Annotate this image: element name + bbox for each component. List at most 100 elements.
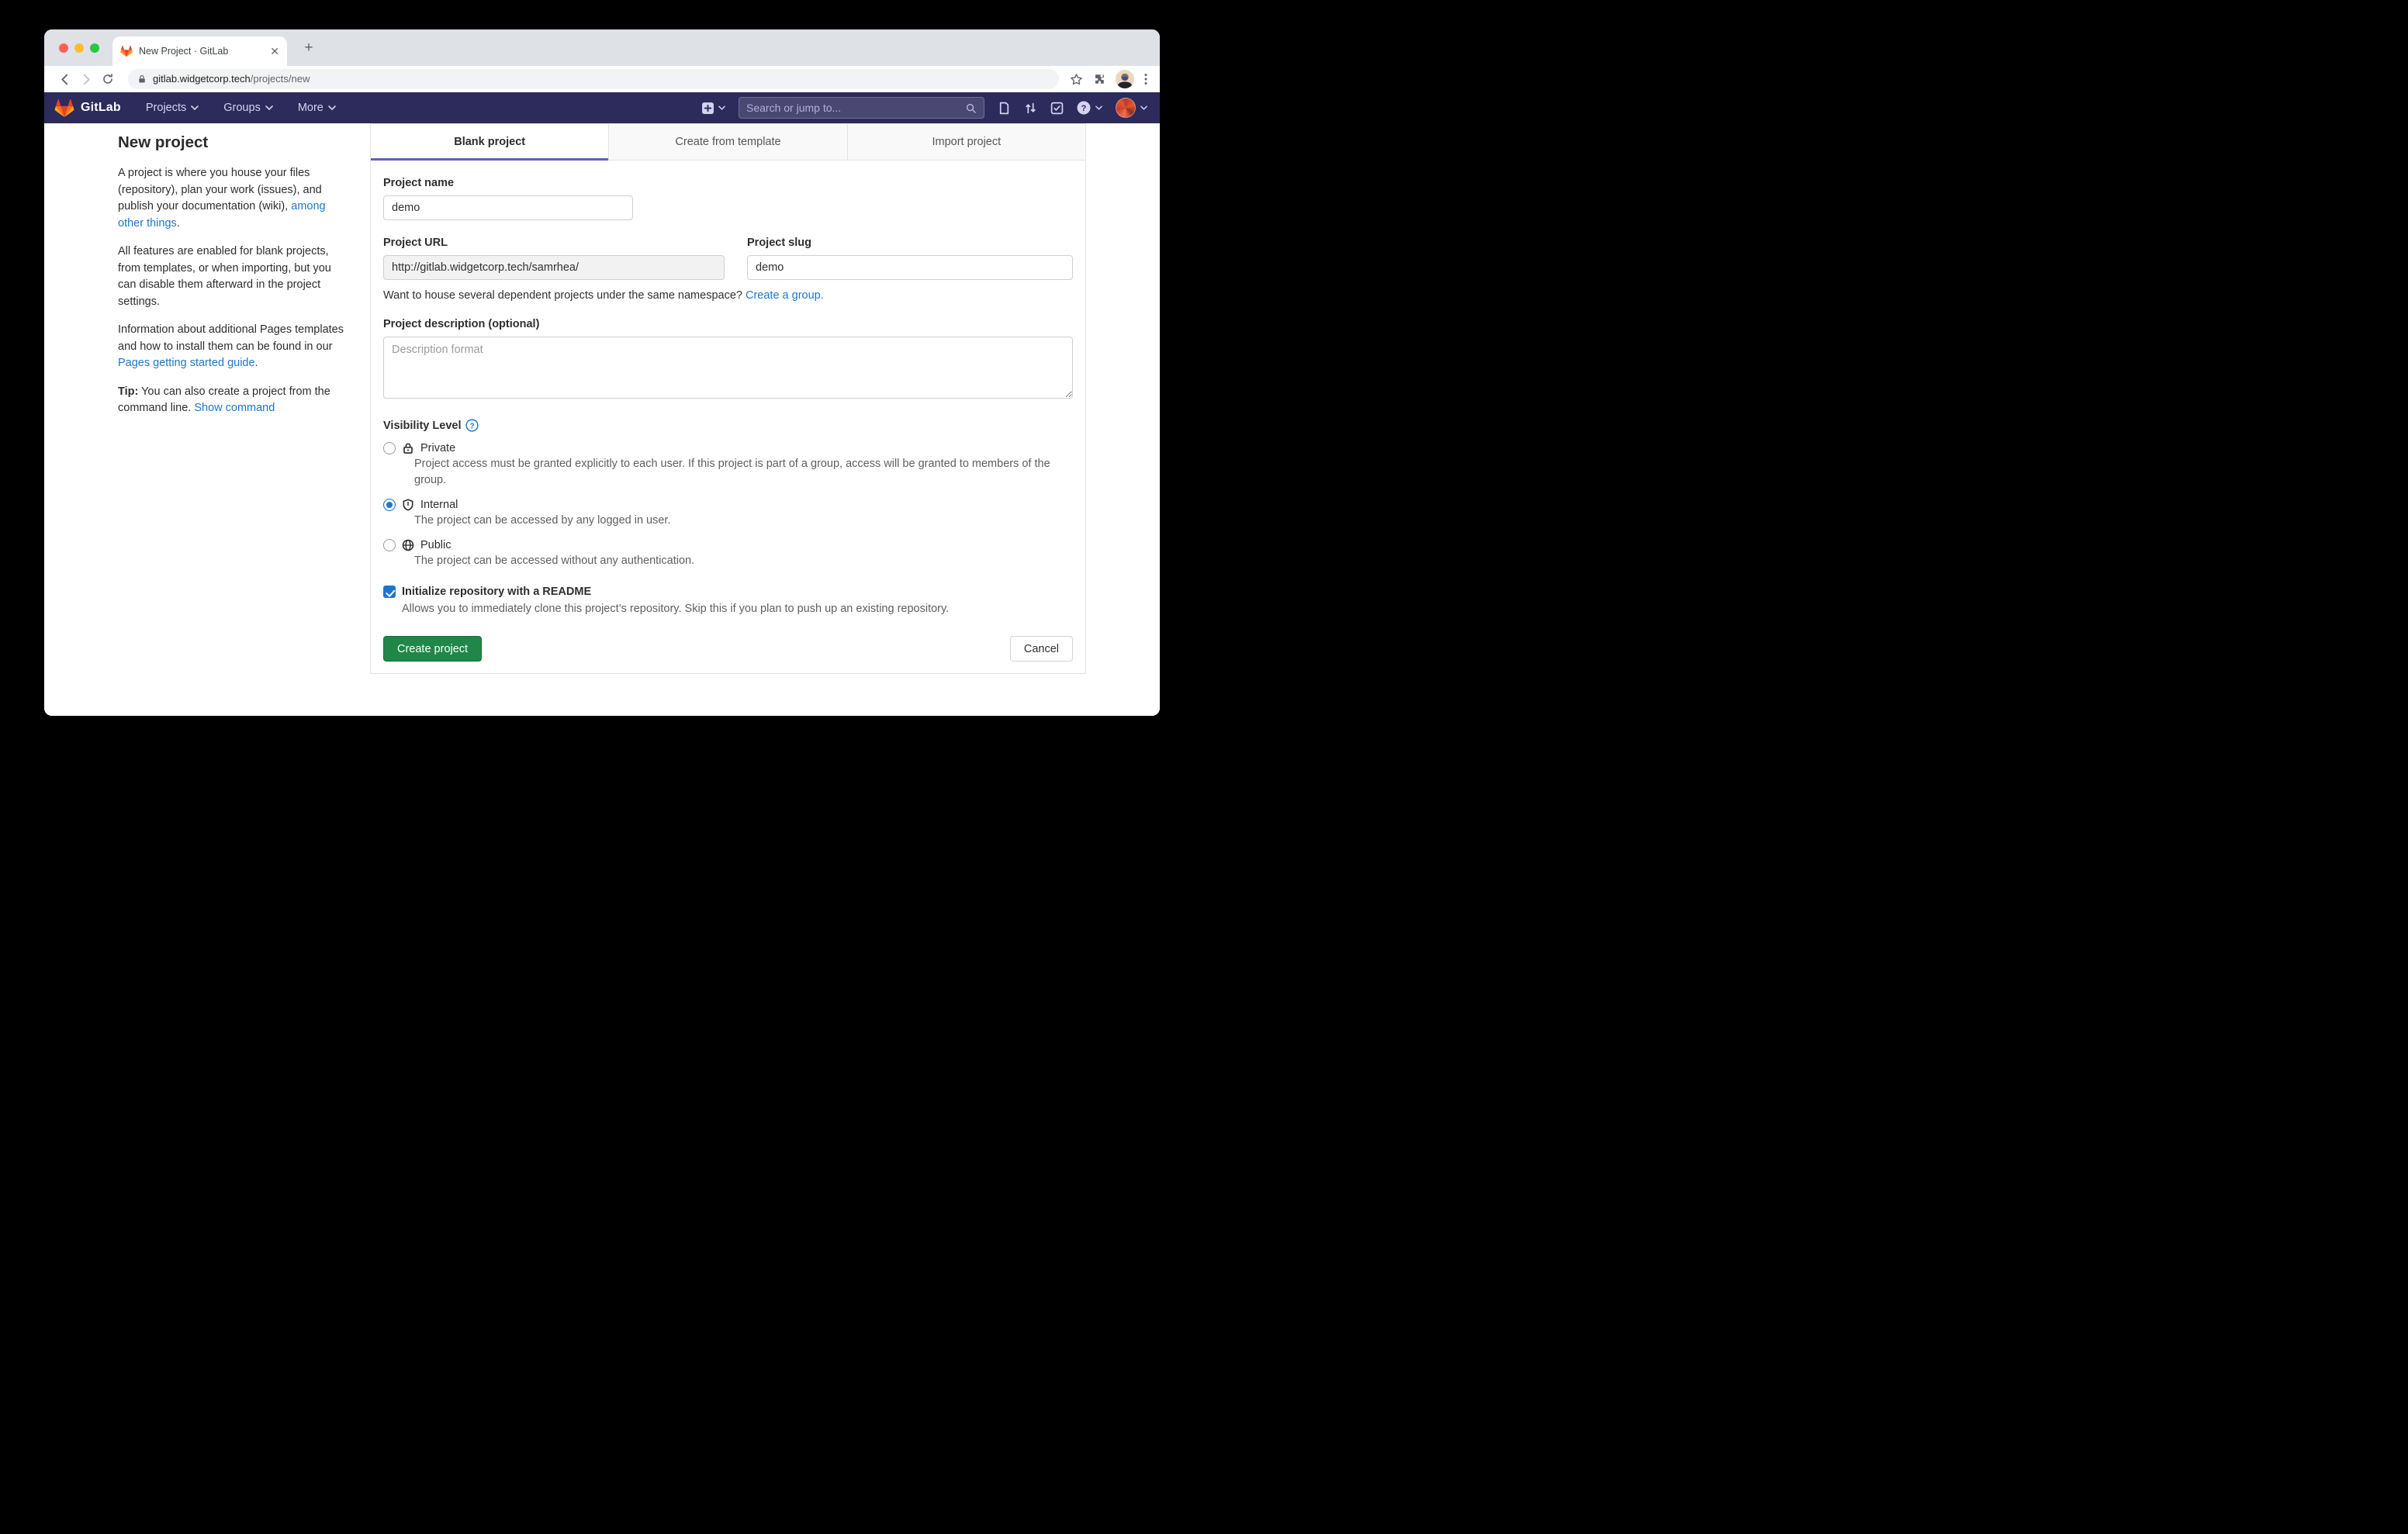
svg-text:?: ? [470,422,475,430]
visibility-option-public: Public The project can be accessed witho… [383,539,1073,569]
todos-icon[interactable] [1050,102,1064,115]
project-name-input[interactable] [383,195,633,220]
project-type-tabs: Blank project Create from template Impor… [371,124,1085,161]
gitlab-navbar: GitLab Projects Groups More [44,92,1160,123]
plus-square-icon [701,102,714,115]
create-group-link[interactable]: Create a group. [746,289,824,302]
namespace-hint: Want to house several dependent projects… [383,289,1073,302]
user-avatar [1116,98,1136,118]
sidebar-paragraph: Information about additional Pages templ… [118,322,348,372]
tab-title: New Project · GitLab [139,46,264,57]
help-menu[interactable]: ? [1077,101,1102,115]
chevron-down-icon [191,105,199,110]
create-project-button[interactable]: Create project [383,636,482,662]
project-description-textarea[interactable] [383,337,1073,399]
browser-toolbar: gitlab.widgetcorp.tech/projects/new [44,66,1160,92]
visibility-option-private: Private Project access must be granted e… [383,442,1073,489]
chevron-down-icon [328,105,336,110]
new-tab-button[interactable]: + [300,40,317,57]
readme-section: Initialize repository with a README Allo… [383,586,1073,617]
chevron-down-icon [1095,105,1102,110]
show-command-link[interactable]: Show command [194,402,275,414]
internal-radio[interactable] [383,499,396,511]
gitlab-favicon [120,45,133,57]
gitlab-navbar-right: ? [701,97,1147,119]
new-menu-button[interactable] [701,102,725,115]
visibility-help-icon[interactable]: ? [465,419,479,432]
page-content: New project A project is where you house… [44,123,1160,716]
sidebar-paragraph: All features are enabled for blank proje… [118,244,348,310]
private-description: Project access must be granted explicitl… [414,456,1073,489]
bookmark-star-icon[interactable] [1070,73,1083,86]
merge-requests-icon[interactable] [1024,102,1037,115]
tab-import-project[interactable]: Import project [847,124,1085,160]
cancel-button[interactable]: Cancel [1010,636,1073,662]
browser-tab-bar: New Project · GitLab ✕ + [44,29,1160,66]
menu-groups[interactable]: Groups [223,102,273,114]
page-title: New project [118,133,348,152]
reload-icon[interactable] [99,70,117,88]
gitlab-brand[interactable]: GitLab [54,98,121,118]
global-search[interactable] [739,97,984,119]
visibility-option-internal: Internal The project can be accessed by … [383,499,1073,529]
readme-checkbox[interactable] [383,586,396,598]
shield-icon [402,499,414,511]
globe-icon [402,539,414,551]
close-window-button[interactable] [59,43,68,53]
extensions-puzzle-icon[interactable] [1093,73,1105,85]
project-name-label: Project name [383,177,1073,189]
tab-create-from-template[interactable]: Create from template [608,124,846,160]
lock-icon [402,442,414,454]
menu-projects[interactable]: Projects [146,102,199,114]
readme-label: Initialize repository with a README [402,586,591,598]
project-description-label: Project description (optional) [383,318,1073,330]
chevron-down-icon [1140,105,1147,110]
user-menu[interactable] [1116,98,1147,118]
zoom-window-button[interactable] [90,43,99,53]
back-icon[interactable] [55,70,74,88]
lock-icon [137,74,147,84]
private-radio[interactable] [383,442,396,454]
internal-description: The project can be accessed by any logge… [414,513,1073,529]
search-icon [965,102,977,114]
project-url-label: Project URL [383,237,725,249]
new-project-panel: Blank project Create from template Impor… [370,123,1086,674]
private-label: Private [420,442,455,454]
menu-more[interactable]: More [298,102,336,114]
url-path: /projects/new [251,73,310,85]
browser-profile-avatar[interactable] [1116,70,1134,88]
chevron-down-icon [265,105,273,110]
browser-tab[interactable]: New Project · GitLab ✕ [112,36,287,66]
sidebar-help-text: New project A project is where you house… [118,133,348,429]
visibility-level-label: Visibility Level [383,420,461,432]
address-bar[interactable]: gitlab.widgetcorp.tech/projects/new [128,69,1059,89]
tab-blank-project[interactable]: Blank project [371,124,608,160]
toolbar-actions [1070,70,1150,88]
public-label: Public [420,539,452,551]
svg-text:?: ? [1081,104,1087,113]
help-icon: ? [1077,101,1091,115]
browser-window: New Project · GitLab ✕ + gitlab.widgetco… [44,29,1160,716]
gitlab-menus: Projects Groups More [146,102,336,114]
sidebar-tip: Tip: You can also create a project from … [118,384,348,417]
chevron-down-icon [718,105,725,110]
forward-icon[interactable] [77,70,95,88]
traffic-lights [59,43,99,53]
kebab-menu-icon[interactable] [1144,73,1147,85]
issues-icon[interactable] [998,102,1011,115]
gitlab-wordmark: GitLab [81,101,121,115]
pages-guide-link[interactable]: Pages getting started guide [118,357,255,369]
search-input[interactable] [746,102,965,114]
gitlab-logo-icon [54,98,74,118]
url-host: gitlab.widgetcorp.tech [153,73,251,85]
public-description: The project can be accessed without any … [414,553,1073,569]
minimize-window-button[interactable] [74,43,84,53]
internal-label: Internal [420,499,458,511]
readme-description: Allows you to immediately clone this pro… [402,601,1073,617]
blank-project-form: Project name Project URL Project slug Wa… [371,177,1085,673]
sidebar-paragraph: A project is where you house your files … [118,165,348,232]
project-slug-input[interactable] [747,255,1073,280]
tab-close-icon[interactable]: ✕ [270,46,279,57]
public-radio[interactable] [383,539,396,551]
project-url-input[interactable] [383,255,725,280]
